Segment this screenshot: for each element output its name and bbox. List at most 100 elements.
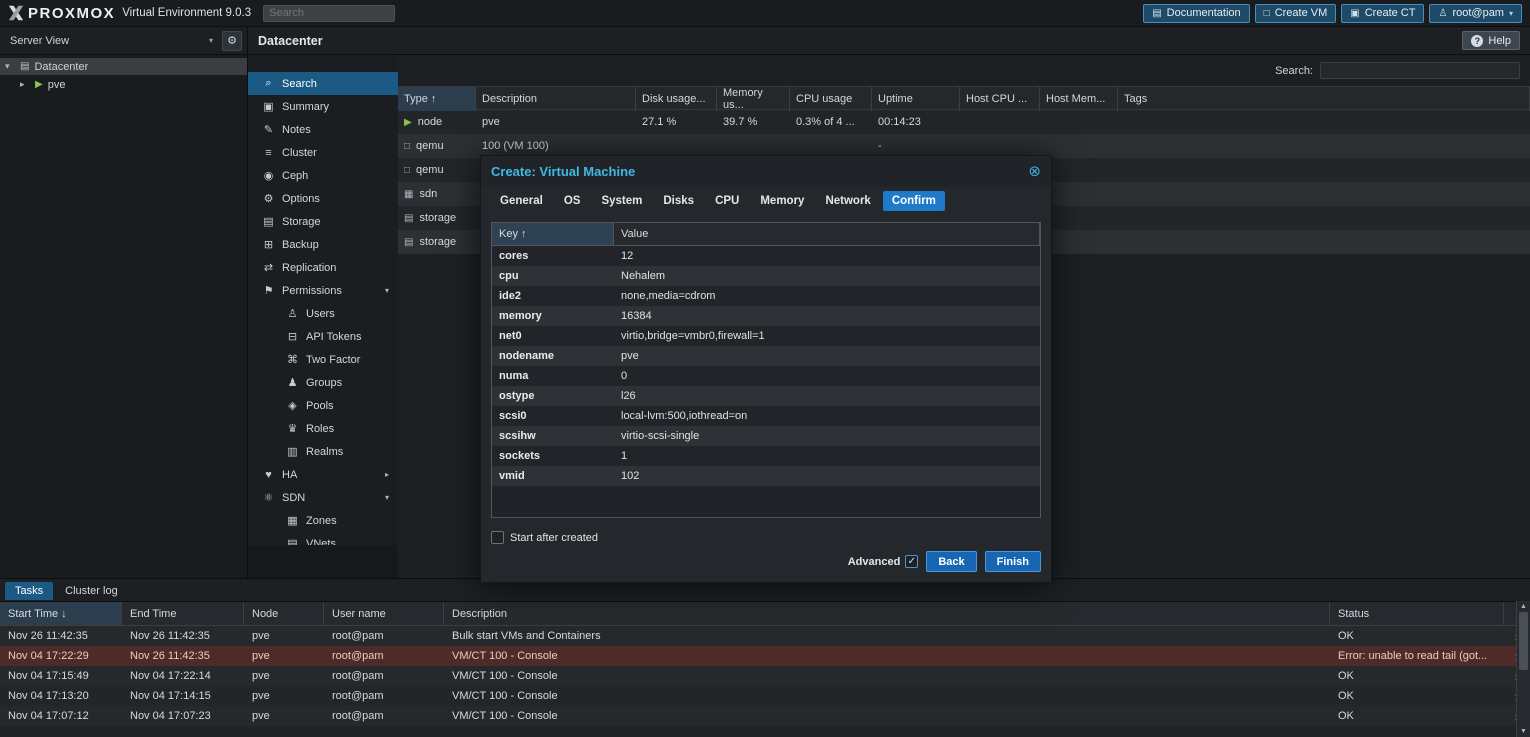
resource-table-header: Type ↑ Description Disk usage... Memory … <box>398 86 1530 110</box>
nav-item[interactable]: ⚛ SDN ▾ <box>248 486 398 509</box>
advanced-checkbox[interactable]: ✓ <box>905 555 918 568</box>
column-header-description[interactable]: Description <box>444 602 1330 625</box>
summary-row[interactable]: numa 0 <box>492 366 1040 386</box>
nav-expander-icon[interactable]: ▾ <box>385 493 389 502</box>
tree-expander-icon[interactable]: ▾ <box>5 61 15 72</box>
summary-row[interactable]: sockets 1 <box>492 446 1040 466</box>
back-button[interactable]: Back <box>926 551 976 572</box>
tasks-scrollbar[interactable]: ▲ ▼ <box>1516 601 1530 737</box>
summary-row[interactable]: cpu Nehalem <box>492 266 1040 286</box>
task-row[interactable]: Nov 04 17:22:29 Nov 26 11:42:35 pve root… <box>0 646 1530 666</box>
nav-item[interactable]: ▤ VNets <box>248 532 398 545</box>
dialog-tab[interactable]: OS <box>555 191 590 211</box>
scrollbar-thumb[interactable] <box>1519 612 1528 670</box>
nav-item[interactable]: ⚑ Permissions ▾ <box>248 279 398 302</box>
nav-item[interactable]: ▦ Zones <box>248 509 398 532</box>
column-header-end-time[interactable]: End Time <box>122 602 244 625</box>
scroll-down-icon[interactable]: ▼ <box>1520 728 1527 735</box>
tree-expander-icon[interactable]: ▸ <box>20 79 30 90</box>
summary-row[interactable]: nodename pve <box>492 346 1040 366</box>
task-row[interactable]: Nov 26 11:42:35 Nov 26 11:42:35 pve root… <box>0 626 1530 646</box>
column-header-user-name[interactable]: User name <box>324 602 444 625</box>
dialog-tab[interactable]: Disks <box>654 191 703 211</box>
column-header-host-mem[interactable]: Host Mem... <box>1040 87 1118 111</box>
view-selector[interactable]: Server View ▾ <box>5 31 218 51</box>
nav-item-label: Backup <box>282 239 319 251</box>
nav-item[interactable]: ♟ Groups <box>248 371 398 394</box>
node-cell: pve <box>244 710 324 722</box>
dialog-tab[interactable]: General <box>491 191 552 211</box>
nav-item[interactable]: ✎ Notes <box>248 118 398 141</box>
nav-item[interactable]: ♥ HA ▸ <box>248 463 398 486</box>
tasks-tab[interactable]: Tasks <box>5 582 53 600</box>
nav-item[interactable]: ♛ Roles <box>248 417 398 440</box>
column-header-uptime[interactable]: Uptime <box>872 87 960 111</box>
column-header-disk-usage[interactable]: Disk usage... <box>636 87 717 111</box>
nav-item[interactable]: ⇄ Replication <box>248 256 398 279</box>
column-header-start-time[interactable]: Start Time ↓ <box>0 602 122 625</box>
column-header-description[interactable]: Description <box>476 87 636 111</box>
summary-row[interactable]: vmid 102 <box>492 466 1040 486</box>
type-label: storage <box>419 212 456 224</box>
tree-item[interactable]: ▸ ▶ pve <box>0 76 247 93</box>
global-search-input[interactable] <box>263 5 395 22</box>
summary-row[interactable]: net0 virtio,bridge=vmbr0,firewall=1 <box>492 326 1040 346</box>
nav-item[interactable]: ◉ Ceph <box>248 164 398 187</box>
nav-item[interactable]: ≡ Cluster <box>248 141 398 164</box>
nav-item[interactable]: ⌕ Search <box>248 72 398 95</box>
status-cell: OK <box>1330 690 1504 702</box>
task-row[interactable]: Nov 04 17:13:20 Nov 04 17:14:15 pve root… <box>0 686 1530 706</box>
close-icon[interactable]: ⊗ <box>1028 164 1041 179</box>
dialog-tab[interactable]: Confirm <box>883 191 945 211</box>
nav-item[interactable]: ♙ Users <box>248 302 398 325</box>
table-search-input[interactable] <box>1320 62 1520 79</box>
nav-item-icon: ⚛ <box>262 491 275 504</box>
dialog-tab[interactable]: Memory <box>751 191 813 211</box>
column-header-status[interactable]: Status <box>1330 602 1504 625</box>
summary-row[interactable]: cores 12 <box>492 246 1040 266</box>
summary-row[interactable]: ostype l26 <box>492 386 1040 406</box>
summary-row[interactable]: scsihw virtio-scsi-single <box>492 426 1040 446</box>
documentation-button[interactable]: ▤ Documentation <box>1143 4 1249 23</box>
nav-item[interactable]: ⊞ Backup <box>248 233 398 256</box>
task-row[interactable]: Nov 04 17:07:12 Nov 04 17:07:23 pve root… <box>0 706 1530 726</box>
nav-item[interactable]: ▣ Summary <box>248 95 398 118</box>
dialog-tab[interactable]: CPU <box>706 191 748 211</box>
nav-item[interactable]: ⚙ Options <box>248 187 398 210</box>
nav-item[interactable]: ▥ Realms <box>248 440 398 463</box>
task-row[interactable]: Nov 04 17:15:49 Nov 04 17:22:14 pve root… <box>0 666 1530 686</box>
summary-key: cores <box>492 246 614 266</box>
summary-row[interactable]: ide2 none,media=cdrom <box>492 286 1040 306</box>
tree-settings-button[interactable]: ⚙ <box>222 31 242 51</box>
dialog-tab[interactable]: System <box>592 191 651 211</box>
nav-item[interactable]: ⌘ Two Factor <box>248 348 398 371</box>
tasks-table-body: Nov 26 11:42:35 Nov 26 11:42:35 pve root… <box>0 626 1530 737</box>
nav-expander-icon[interactable]: ▸ <box>385 470 389 479</box>
column-header-node[interactable]: Node <box>244 602 324 625</box>
column-header-host-cpu[interactable]: Host CPU ... <box>960 87 1040 111</box>
tree-item[interactable]: ▾ ▤ Datacenter <box>0 58 247 75</box>
summary-row[interactable]: memory 16384 <box>492 306 1040 326</box>
dialog-header[interactable]: Create: Virtual Machine ⊗ <box>481 156 1051 187</box>
summary-row[interactable]: scsi0 local-lvm:500,iothread=on <box>492 406 1040 426</box>
user-menu-button[interactable]: ♙ root@pam ▾ <box>1429 4 1522 23</box>
column-header-cpu-usage[interactable]: CPU usage <box>790 87 872 111</box>
tasks-tab[interactable]: Cluster log <box>55 582 128 600</box>
create-vm-button[interactable]: □ Create VM <box>1255 4 1337 23</box>
nav-item[interactable]: ⊟ API Tokens <box>248 325 398 348</box>
nav-expander-icon[interactable]: ▾ <box>385 286 389 295</box>
create-ct-button[interactable]: ▣ Create CT <box>1341 4 1424 23</box>
column-header-value[interactable]: Value <box>614 223 1040 245</box>
column-header-type[interactable]: Type ↑ <box>398 87 476 111</box>
finish-button[interactable]: Finish <box>985 551 1041 572</box>
scroll-up-icon[interactable]: ▲ <box>1520 603 1527 610</box>
column-header-key[interactable]: Key ↑ <box>492 223 614 245</box>
column-header-tags[interactable]: Tags <box>1118 87 1530 111</box>
resource-row[interactable]: ▶ node pve 27.1 % 39.7 % 0.3% of 4 ... 0… <box>398 110 1530 134</box>
start-after-created-checkbox[interactable] <box>491 531 504 544</box>
nav-item[interactable]: ◈ Pools <box>248 394 398 417</box>
nav-item[interactable]: ▤ Storage <box>248 210 398 233</box>
help-button[interactable]: ? Help <box>1462 31 1520 50</box>
dialog-tab[interactable]: Network <box>816 191 879 211</box>
column-header-memory-usage[interactable]: Memory us... <box>717 87 790 111</box>
